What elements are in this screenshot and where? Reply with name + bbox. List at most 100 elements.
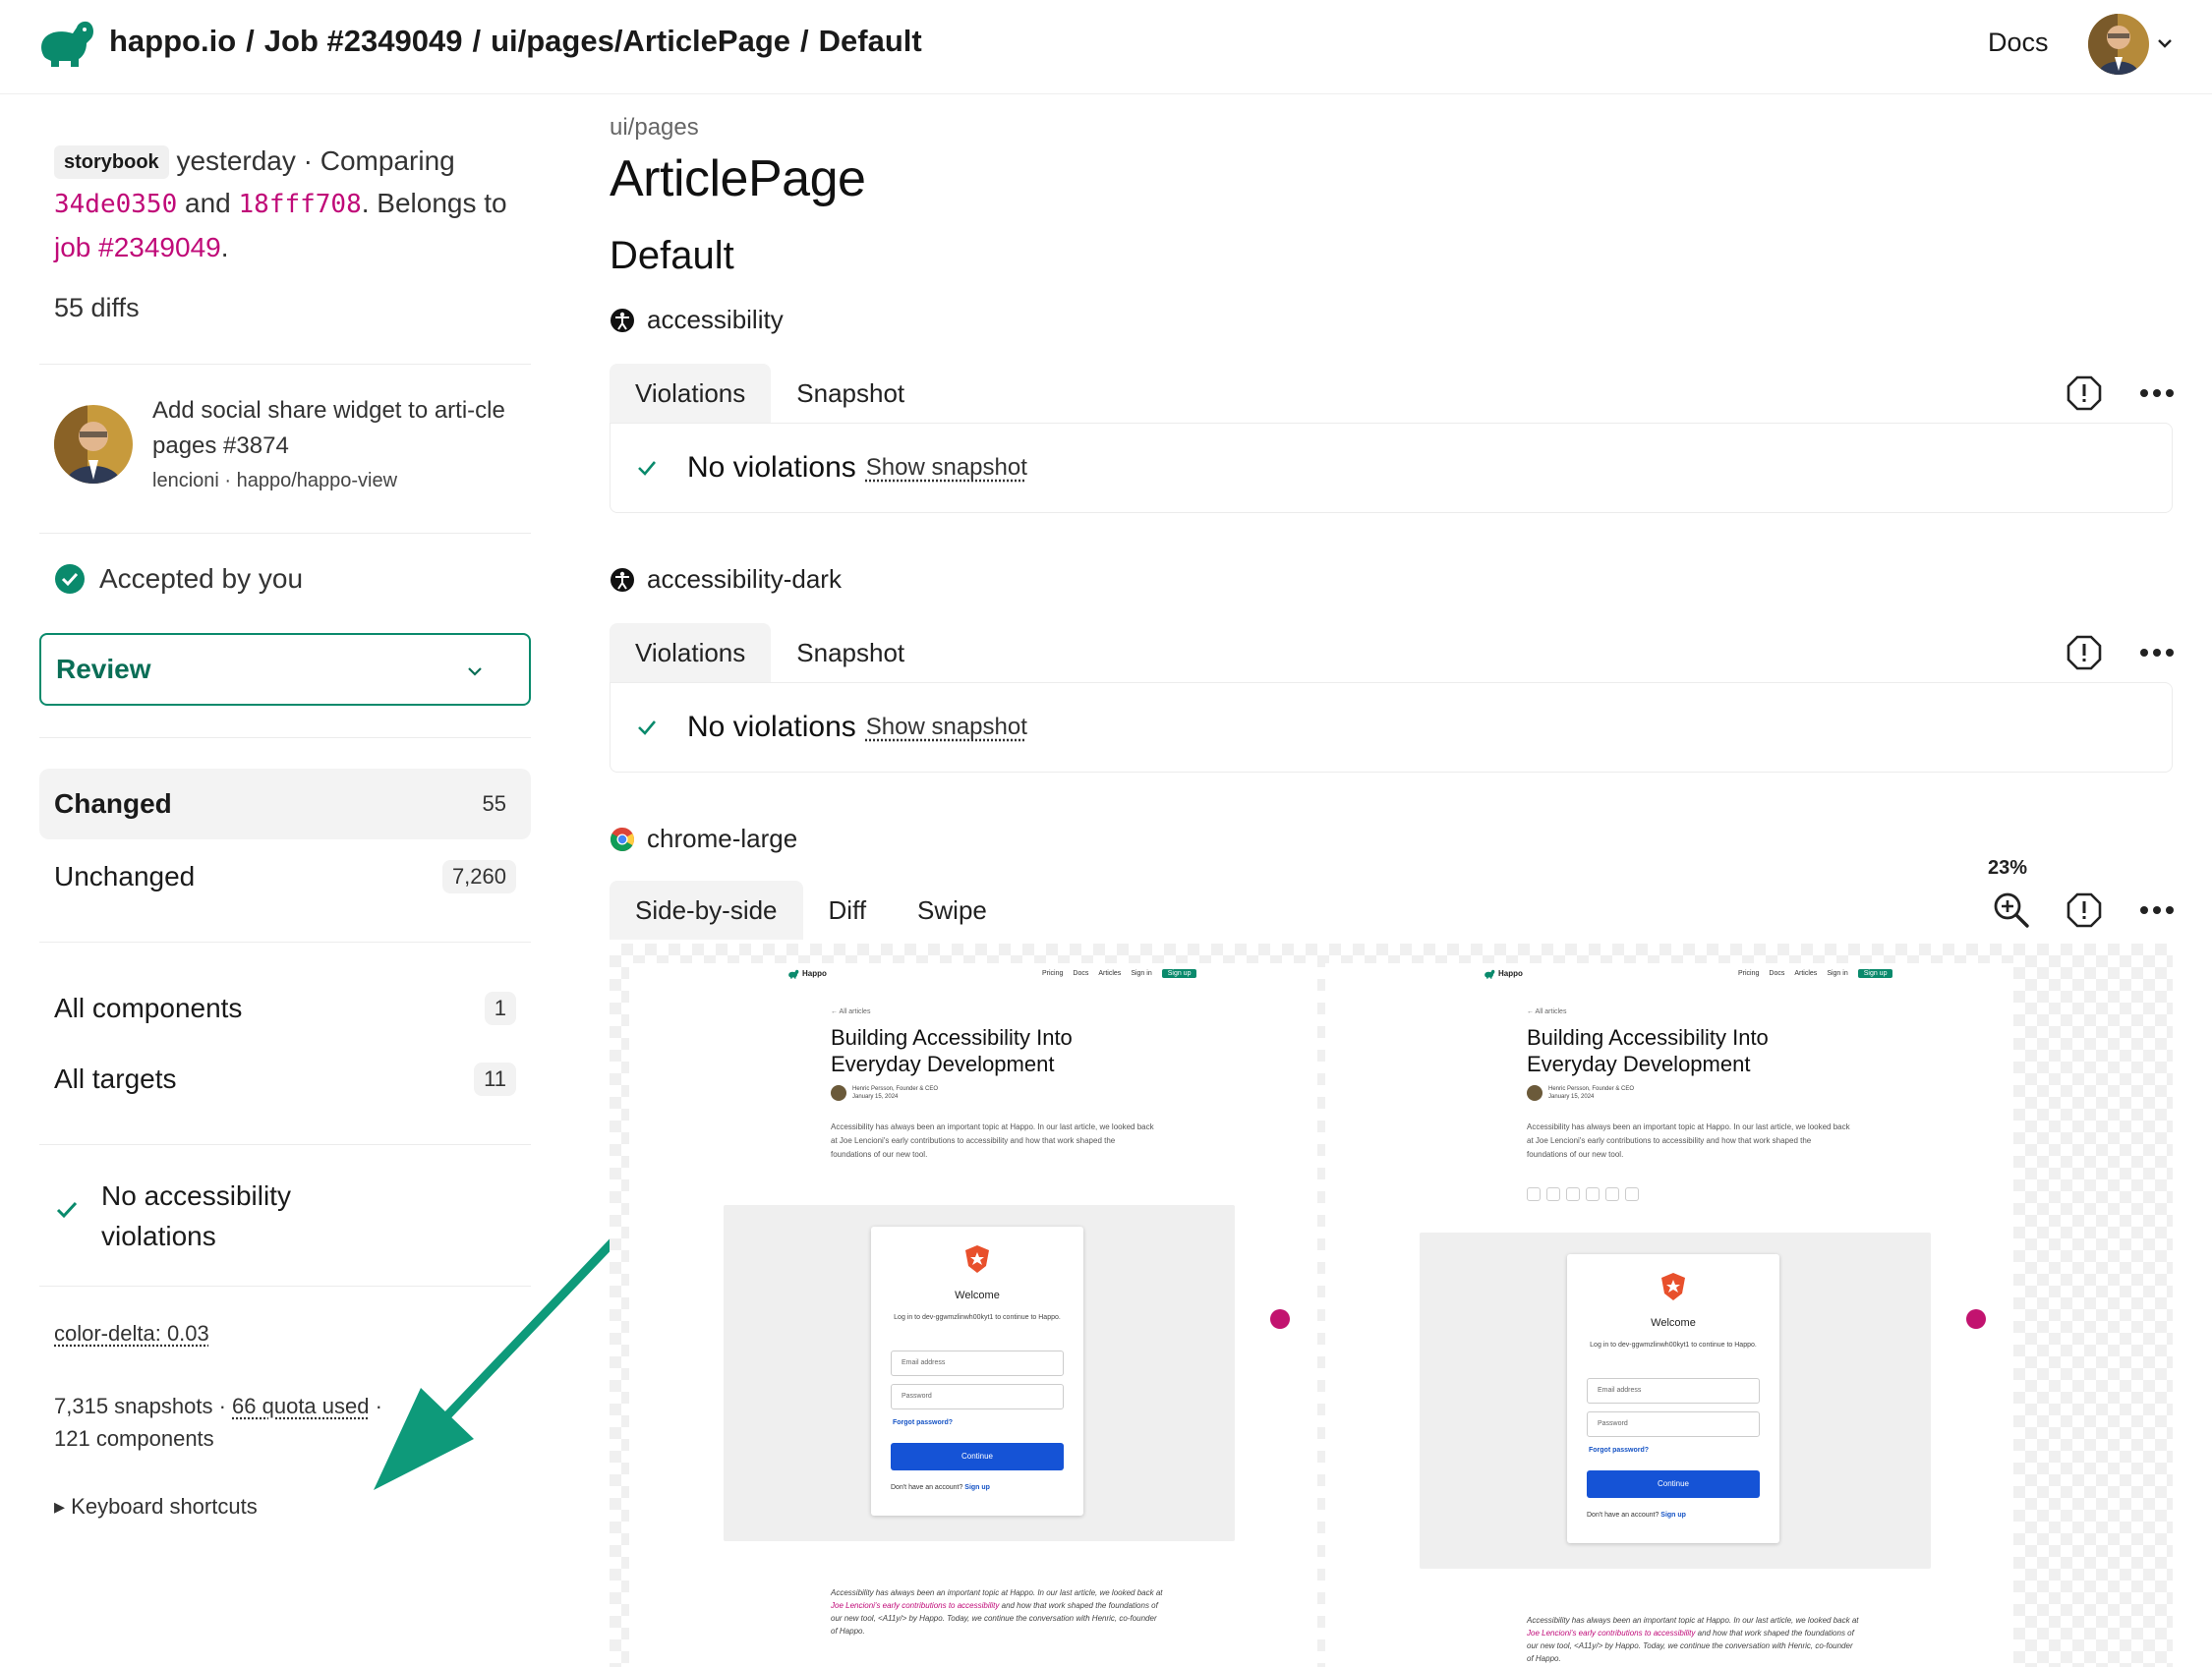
preview-quote-link: Joe Lencioni's early contributions to ac… bbox=[1527, 1629, 1695, 1638]
more-horizontal-icon bbox=[2139, 648, 2175, 658]
preview-back-link: ← All articles bbox=[831, 1008, 870, 1015]
preview-nav: Happo Pricing Docs Articles Sign in Sign… bbox=[629, 963, 1317, 989]
preview-link-signin: Sign in bbox=[1131, 970, 1151, 977]
tab-diff[interactable]: Diff bbox=[803, 881, 893, 940]
preview-no-account: Don't have an account? Sign up bbox=[1587, 1512, 1686, 1519]
review-dropdown[interactable]: Review bbox=[39, 633, 531, 706]
comparison-summary: storybook yesterday · Comparing 34de0350… bbox=[54, 140, 516, 268]
alert-octagon-icon bbox=[2066, 635, 2102, 670]
auth-shield-icon bbox=[1660, 1272, 1686, 1301]
pr-title-link[interactable]: Add social share widget to arti-cle page… bbox=[152, 393, 516, 464]
tab-bar: Violations Snapshot bbox=[610, 364, 930, 423]
report-issue-button[interactable] bbox=[2065, 891, 2104, 930]
show-snapshot-link[interactable]: Show snapshot bbox=[866, 714, 1027, 741]
preview-quote-a: Accessibility has always been an importa… bbox=[831, 1588, 1163, 1597]
pr-author: lencioni bbox=[152, 470, 219, 491]
preview-signup-link: Sign up bbox=[964, 1484, 990, 1491]
preview-signup-button: Sign up bbox=[1858, 969, 1893, 978]
diff-count: 55 diffs bbox=[54, 293, 140, 323]
preview-quote: Accessibility has always been an importa… bbox=[831, 1586, 1165, 1638]
preview-login-welcome: Welcome bbox=[871, 1290, 1083, 1301]
keyboard-shortcuts-toggle[interactable]: ▸ Keyboard shortcuts bbox=[54, 1494, 258, 1520]
preview-link-docs: Docs bbox=[1073, 970, 1088, 977]
preview-quote-link: Joe Lencioni's early contributions to ac… bbox=[831, 1601, 999, 1610]
tab-swipe[interactable]: Swipe bbox=[892, 881, 1013, 940]
stats-quota[interactable]: 66 quota used bbox=[232, 1394, 369, 1418]
zoom-button[interactable] bbox=[1992, 891, 2031, 930]
nav-unchanged[interactable]: Unchanged 7,260 bbox=[39, 841, 531, 912]
preview-back-link: ← All articles bbox=[1527, 1008, 1566, 1015]
preview-signup-link: Sign up bbox=[1660, 1512, 1686, 1519]
more-options-button[interactable] bbox=[2137, 891, 2177, 930]
accessibility-icon bbox=[610, 308, 635, 333]
alert-octagon-icon bbox=[2066, 375, 2102, 411]
color-delta[interactable]: color-delta: 0.03 bbox=[54, 1321, 209, 1347]
preview-link-articles: Articles bbox=[1794, 970, 1817, 977]
more-options-button[interactable] bbox=[2137, 633, 2177, 672]
diff-marker-icon[interactable] bbox=[1966, 1309, 1986, 1329]
top-header: happo.io / Job #2349049 / ui/pages/Artic… bbox=[0, 0, 2212, 94]
check-icon bbox=[54, 1197, 80, 1223]
preview-article-title: Building Accessibility Into Everyday Dev… bbox=[1527, 1024, 1841, 1077]
tab-snapshot[interactable]: Snapshot bbox=[771, 364, 930, 423]
preview-author-date: January 15, 2024 bbox=[852, 1093, 938, 1101]
share-link-icon bbox=[1625, 1187, 1639, 1201]
tab-bar: Violations Snapshot bbox=[610, 623, 930, 682]
preview-link-pricing: Pricing bbox=[1042, 970, 1063, 977]
preview-intro: Accessibility has always been an importa… bbox=[831, 1121, 1155, 1162]
stats-snapshots: 7,315 snapshots bbox=[54, 1394, 212, 1418]
nav-changed[interactable]: Changed 55 bbox=[39, 769, 531, 839]
preview-brand: Happo bbox=[1498, 969, 1523, 978]
preview-intro: Accessibility has always been an importa… bbox=[1527, 1121, 1851, 1162]
sha-after-link[interactable]: 18fff708 bbox=[239, 190, 362, 219]
check-icon bbox=[636, 457, 658, 479]
breadcrumb-variant[interactable]: Default bbox=[819, 24, 922, 59]
nav-changed-count: 55 bbox=[473, 787, 516, 821]
review-status-label: Accepted by you bbox=[99, 563, 303, 595]
component-path: ui/pages bbox=[610, 114, 699, 142]
chevron-down-icon[interactable] bbox=[2155, 33, 2175, 53]
preview-login-subtitle: Log in to dev-ggwmzlinwh00kyt1 to contin… bbox=[891, 1313, 1064, 1323]
tab-violations[interactable]: Violations bbox=[610, 364, 771, 423]
preview-login-welcome: Welcome bbox=[1567, 1317, 1779, 1329]
divider bbox=[39, 533, 531, 534]
breadcrumb-job[interactable]: Job #2349049 bbox=[264, 24, 463, 59]
and-text: and bbox=[185, 188, 231, 218]
comparison-when: yesterday bbox=[176, 145, 295, 176]
diff-marker-icon[interactable] bbox=[1270, 1309, 1290, 1329]
breadcrumb-home[interactable]: happo.io bbox=[109, 24, 236, 59]
sha-before-link[interactable]: 34de0350 bbox=[54, 190, 177, 219]
more-options-button[interactable] bbox=[2137, 374, 2177, 413]
breadcrumb-separator: / bbox=[236, 24, 264, 59]
user-avatar[interactable] bbox=[2088, 14, 2149, 75]
preview-quote: Accessibility has always been an importa… bbox=[1527, 1614, 1861, 1665]
violations-result: No violations bbox=[687, 451, 856, 485]
variant-title: Default bbox=[610, 234, 734, 278]
project-chip: storybook bbox=[54, 145, 169, 179]
belongs-text: . Belongs to bbox=[362, 188, 507, 218]
preview-author-avatar bbox=[1527, 1085, 1543, 1101]
divider bbox=[39, 737, 531, 738]
snapshot-after[interactable]: Happo Pricing Docs Articles Sign in Sign… bbox=[1325, 963, 2013, 1667]
docs-link[interactable]: Docs bbox=[1988, 28, 2049, 58]
violations-panel: No violations Show snapshot bbox=[610, 423, 2173, 513]
pr-author-avatar bbox=[54, 405, 133, 484]
divider bbox=[39, 1144, 531, 1145]
preview-brand: Happo bbox=[802, 969, 827, 978]
report-issue-button[interactable] bbox=[2065, 374, 2104, 413]
report-issue-button[interactable] bbox=[2065, 633, 2104, 672]
breadcrumb-component[interactable]: ui/pages/ArticlePage bbox=[491, 24, 790, 59]
show-snapshot-link[interactable]: Show snapshot bbox=[866, 454, 1027, 482]
nav-all-components[interactable]: All components 1 bbox=[39, 973, 531, 1044]
happo-hippo-logo-icon[interactable] bbox=[35, 18, 96, 69]
target-chrome-large-title: chrome-large bbox=[610, 824, 797, 854]
snapshot-before[interactable]: Happo Pricing Docs Articles Sign in Sign… bbox=[629, 963, 1317, 1667]
target-actions bbox=[1992, 891, 2177, 930]
job-link[interactable]: job #2349049 bbox=[54, 232, 221, 262]
tab-side-by-side[interactable]: Side-by-side bbox=[610, 881, 803, 940]
tab-violations[interactable]: Violations bbox=[610, 623, 771, 682]
chrome-icon bbox=[610, 827, 635, 852]
share-x-icon bbox=[1546, 1187, 1560, 1201]
tab-snapshot[interactable]: Snapshot bbox=[771, 623, 930, 682]
nav-all-targets[interactable]: All targets 11 bbox=[39, 1044, 531, 1115]
